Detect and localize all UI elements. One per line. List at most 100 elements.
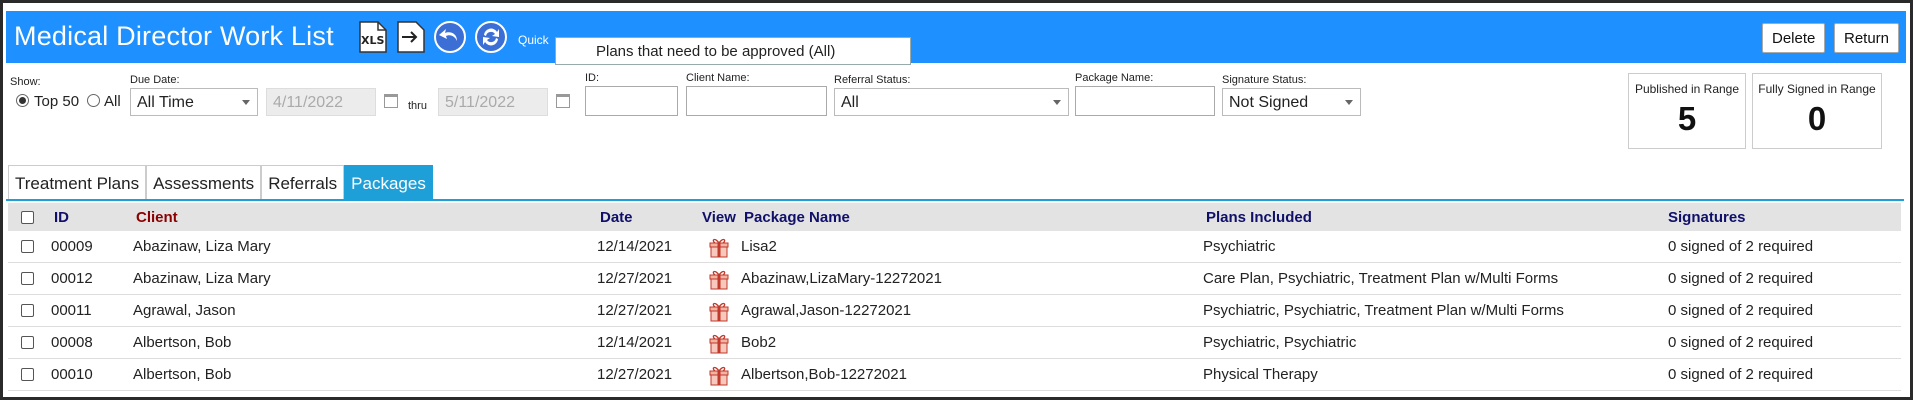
delete-button[interactable]: Delete — [1762, 23, 1826, 53]
signature-status-select[interactable]: Not Signed — [1222, 88, 1361, 116]
select-all-checkbox[interactable] — [21, 211, 34, 224]
row-package-name: Lisa2 — [741, 238, 777, 255]
row-id: 00011 — [51, 302, 92, 319]
tab-packages[interactable]: Packages — [344, 165, 433, 199]
row-plans-included: Care Plan, Psychiatric, Treatment Plan w… — [1203, 270, 1559, 287]
col-view: View — [702, 209, 736, 226]
row-checkbox[interactable] — [21, 368, 34, 381]
row-checkbox[interactable] — [21, 272, 34, 285]
row-date: 12/14/2021 — [597, 238, 673, 255]
due-date-label: Due Date: — [130, 74, 180, 86]
all-label: All — [104, 93, 121, 110]
published-in-range-label: Published in Range — [1634, 82, 1740, 96]
row-checkbox[interactable] — [21, 336, 34, 349]
id-input[interactable] — [585, 86, 678, 116]
tab-referrals[interactable]: Referrals — [261, 165, 345, 199]
row-package-name: Bob2 — [741, 334, 777, 351]
row-date: 12/14/2021 — [597, 334, 673, 351]
chevron-down-icon — [242, 100, 250, 105]
chevron-down-icon — [1345, 100, 1353, 105]
row-package-name: Albertson,Bob-12272021 — [741, 366, 907, 383]
row-plans-included: Psychiatric — [1203, 238, 1276, 255]
app-window: Medical Director Work List XLS Quick Pla… — [0, 0, 1913, 400]
row-checkbox[interactable] — [21, 240, 34, 253]
quick-filter-label: Quick — [518, 33, 549, 47]
row-client: Agrawal, Jason — [133, 302, 236, 319]
table-row[interactable]: 00009 Abazinaw, Liza Mary 12/14/2021 Lisa2 P… — [8, 231, 1901, 263]
table-row[interactable]: 00012 Abazinaw, Liza Mary 12/27/2021 Abazin… — [8, 263, 1901, 295]
row-id: 00009 — [51, 238, 93, 255]
client-name-label: Client Name: — [686, 72, 750, 84]
top50-radio[interactable] — [16, 94, 29, 107]
published-in-range-value: 5 — [1677, 100, 1697, 137]
col-signatures[interactable]: Signatures — [1668, 209, 1746, 226]
row-id: 00008 — [51, 334, 93, 351]
row-client: Albertson, Bob — [133, 334, 232, 351]
package-name-input[interactable] — [1075, 86, 1215, 116]
row-id: 00012 — [51, 270, 93, 287]
xls-export-icon[interactable]: XLS — [356, 20, 390, 54]
fully-signed-in-range-value: 0 — [1807, 100, 1827, 137]
package-gift-icon[interactable] — [708, 364, 730, 386]
table-row[interactable]: 00010 Albertson, Bob 12/27/2021 Albertson,B… — [8, 359, 1901, 391]
referral-status-select[interactable]: All — [834, 88, 1069, 116]
package-name-label: Package Name: — [1075, 72, 1154, 84]
col-id[interactable]: ID — [54, 209, 69, 226]
id-label: ID: — [585, 72, 600, 84]
tab-underline — [6, 199, 1904, 201]
undo-icon[interactable] — [433, 20, 467, 54]
date-from-input[interactable]: 4/11/2022 — [266, 88, 376, 116]
package-gift-icon[interactable] — [708, 300, 730, 322]
col-plans-included[interactable]: Plans Included — [1206, 209, 1312, 226]
table-row[interactable]: 00011 Agrawal, Jason 12/27/2021 Agrawal,Jas… — [8, 295, 1901, 327]
row-id: 00010 — [51, 366, 93, 383]
svg-text:XLS: XLS — [361, 34, 384, 47]
date-to-input[interactable]: 5/11/2022 — [438, 88, 548, 116]
row-client: Abazinaw, Liza Mary — [133, 270, 271, 287]
signature-status-label: Signature Status: — [1222, 74, 1307, 86]
row-date: 12/27/2021 — [597, 302, 673, 319]
calendar-icon[interactable] — [556, 94, 570, 108]
tab-bar: Treatment Plans Assessments Referrals Pa… — [8, 165, 433, 199]
refresh-icon[interactable] — [474, 20, 508, 54]
row-plans-included: Psychiatric, Psychiatric, Treatment Plan… — [1203, 302, 1564, 319]
export-arrow-icon[interactable] — [394, 20, 428, 54]
package-gift-icon[interactable] — [708, 236, 730, 258]
table-row[interactable]: 00008 Albertson, Bob 12/14/2021 Bob2 Psychia… — [8, 327, 1901, 359]
all-radio[interactable] — [87, 94, 100, 107]
row-signatures: 0 signed of 2 required — [1668, 302, 1814, 319]
package-gift-icon[interactable] — [708, 332, 730, 354]
page-title: Medical Director Work List — [14, 21, 334, 51]
thru-label: thru — [408, 100, 427, 112]
signature-status-value: Not Signed — [1229, 94, 1309, 111]
calendar-icon[interactable] — [384, 94, 398, 108]
col-date[interactable]: Date — [600, 209, 633, 226]
table-header: ID Client Date View Package Name Plans I… — [8, 203, 1901, 231]
col-client[interactable]: Client — [136, 209, 178, 226]
due-date-value: All Time — [137, 94, 194, 111]
col-package-name[interactable]: Package Name — [744, 209, 850, 226]
tab-treatment-plans[interactable]: Treatment Plans — [8, 165, 147, 199]
fully-signed-in-range-label: Fully Signed in Range — [1758, 82, 1876, 96]
show-label: Show: — [10, 76, 41, 88]
quick-filter-dropdown[interactable]: Plans that need to be approved (All) — [555, 37, 911, 65]
row-date: 12/27/2021 — [597, 366, 673, 383]
row-client: Abazinaw, Liza Mary — [133, 238, 271, 255]
due-date-select[interactable]: All Time — [130, 88, 258, 116]
return-button[interactable]: Return — [1834, 23, 1900, 53]
row-checkbox[interactable] — [21, 304, 34, 317]
row-signatures: 0 signed of 2 required — [1668, 238, 1814, 255]
row-signatures: 0 signed of 2 required — [1668, 366, 1814, 383]
row-package-name: Abazinaw,LizaMary-12272021 — [741, 270, 942, 287]
row-signatures: 0 signed of 2 required — [1668, 270, 1814, 287]
top50-label: Top 50 — [34, 93, 80, 110]
fully-signed-in-range-card: Fully Signed in Range 0 — [1752, 73, 1882, 149]
header-bar: Medical Director Work List XLS Quick Pla… — [6, 11, 1906, 65]
referral-status-label: Referral Status: — [834, 74, 911, 86]
tab-assessments[interactable]: Assessments — [146, 165, 262, 199]
package-gift-icon[interactable] — [708, 268, 730, 290]
row-plans-included: Psychiatric, Psychiatric — [1203, 334, 1357, 351]
published-in-range-card: Published in Range 5 — [1628, 73, 1746, 149]
client-name-input[interactable] — [686, 86, 827, 116]
row-date: 12/27/2021 — [597, 270, 673, 287]
